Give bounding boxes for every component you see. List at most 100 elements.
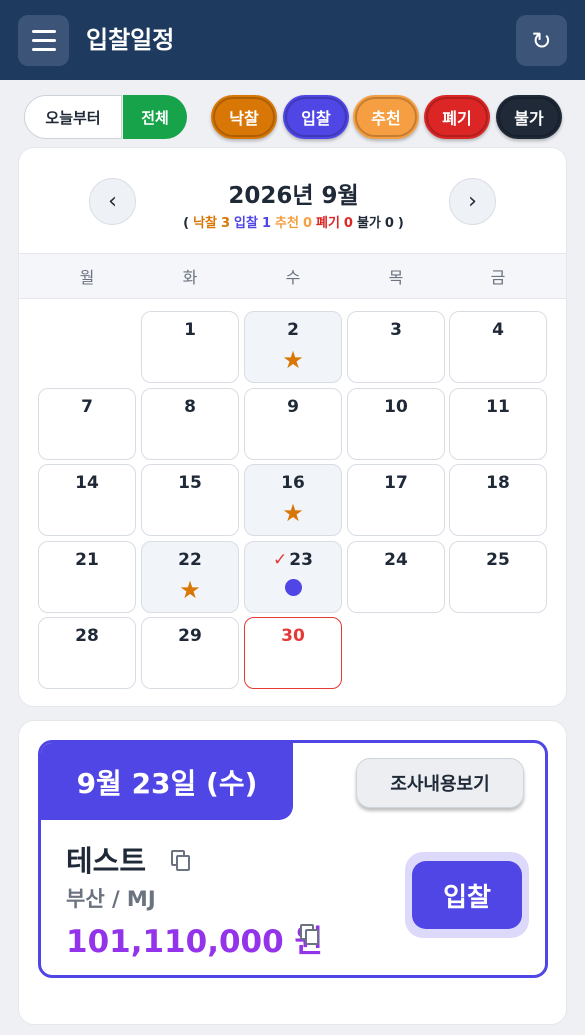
day-number-text: 29	[178, 626, 202, 646]
day-number: 25	[450, 550, 546, 570]
weekday-label: 월	[79, 268, 95, 287]
day-number-text: 17	[384, 473, 408, 493]
day-number-text: 10	[384, 397, 408, 417]
day-number-text: 28	[75, 626, 99, 646]
calendar-day[interactable]: 9	[244, 388, 342, 460]
weekday-header: 월화수목금	[19, 253, 566, 299]
day-number-text: 7	[81, 397, 93, 417]
bid-status-button[interactable]: 입찰	[412, 861, 522, 929]
calendar-day[interactable]: 7	[38, 388, 136, 460]
day-number: 7	[39, 397, 135, 417]
event-name: 테스트	[66, 844, 147, 878]
filter-pill-2[interactable]: 추천	[353, 95, 419, 139]
from-today-button[interactable]: 오늘부터	[24, 95, 122, 139]
calendar-day[interactable]: 17	[347, 464, 445, 536]
filter-row: 오늘부터 전체 낙찰 입찰 추천 폐기 불가	[0, 95, 585, 139]
day-number-text: 16	[281, 473, 305, 493]
weekday-label: 화	[182, 268, 198, 287]
filter-pill-0[interactable]: 낙찰	[211, 95, 277, 139]
day-number: 18	[450, 473, 546, 493]
summary-count: 1	[261, 216, 272, 231]
summary-label: 폐기	[315, 216, 340, 231]
day-number: 1	[142, 320, 238, 340]
calendar-day[interactable]: 21	[38, 541, 136, 613]
weekday-label: 수	[285, 268, 301, 287]
calendar-day[interactable]: 3	[347, 311, 445, 383]
status-button-wrap: 입찰	[405, 852, 529, 938]
day-number: 16	[245, 473, 341, 493]
day-number: 28	[39, 626, 135, 646]
day-number-text: 1	[184, 320, 196, 340]
calendar-day[interactable]: 25	[449, 541, 547, 613]
day-number-text: 8	[184, 397, 196, 417]
day-number-text: 21	[75, 550, 99, 570]
month-summary: (낙찰 3 입찰 1 추천 0 폐기 0 불가 0)	[19, 212, 568, 231]
event-location: 부산 / MJ	[66, 887, 156, 911]
day-number: 4	[450, 320, 546, 340]
menu-icon[interactable]	[18, 15, 69, 66]
day-number: 10	[348, 397, 444, 417]
day-number: 22	[142, 550, 238, 570]
page-title: 입찰일정	[86, 26, 175, 54]
day-number-text: 11	[486, 397, 510, 417]
day-number-text: 30	[281, 626, 305, 646]
day-number-text: 3	[390, 320, 402, 340]
day-number-text: 24	[384, 550, 408, 570]
calendar-day[interactable]: 28	[38, 617, 136, 689]
day-number: 11	[450, 397, 546, 417]
day-number: 15	[142, 473, 238, 493]
all-button[interactable]: 전체	[123, 95, 187, 139]
view-survey-button[interactable]: 조사내용보기	[356, 758, 524, 808]
event-detail-card: 9월 23일 (수) 조사내용보기 테스트 부산 / MJ 101,110,00…	[18, 720, 567, 1025]
day-number-text: 25	[486, 550, 510, 570]
calendar-card: ‹ 2026년 9월 › (낙찰 3 입찰 1 추천 0 폐기 0 불가 0) 월화수목금 1 2 ★…	[18, 147, 567, 707]
summary-open: (	[183, 216, 190, 231]
calendar-day[interactable]: 22 ★	[141, 541, 239, 613]
calendar-day[interactable]: ✓ 23	[244, 541, 342, 613]
day-number: 30	[245, 626, 341, 646]
calendar-day[interactable]: 4	[449, 311, 547, 383]
calendar-day[interactable]: 11	[449, 388, 547, 460]
day-number-text: 23	[289, 550, 313, 570]
filter-pill-1[interactable]: 입찰	[283, 95, 349, 139]
day-number: 29	[142, 626, 238, 646]
event-date: 9월 23일 (수)	[41, 743, 293, 820]
day-number: 24	[348, 550, 444, 570]
day-number: 17	[348, 473, 444, 493]
calendar-day[interactable]: 2 ★	[244, 311, 342, 383]
calendar-day[interactable]: 18	[449, 464, 547, 536]
calendar-day[interactable]: 1	[141, 311, 239, 383]
day-number: 14	[39, 473, 135, 493]
event-item: 9월 23일 (수) 조사내용보기 테스트 부산 / MJ 101,110,00…	[38, 740, 548, 978]
filter-pill-3[interactable]: 폐기	[424, 95, 490, 139]
calendar-day[interactable]: 15	[141, 464, 239, 536]
day-number: 9	[245, 397, 341, 417]
summary-label: 낙찰	[193, 216, 217, 231]
star-icon: ★	[282, 346, 304, 374]
summary-label: 불가	[356, 216, 381, 231]
day-number: 3	[348, 320, 444, 340]
day-number-text: 4	[492, 320, 504, 340]
bid-dot-icon	[285, 579, 302, 596]
day-number-text: 2	[287, 320, 299, 340]
summary-count: 3	[221, 216, 231, 231]
calendar-day[interactable]: 16 ★	[244, 464, 342, 536]
star-icon: ★	[282, 499, 304, 527]
calendar-day[interactable]: 24	[347, 541, 445, 613]
refresh-icon[interactable]: ↻	[516, 15, 567, 66]
copy-name-icon[interactable]	[171, 850, 190, 871]
copy-price-icon[interactable]	[300, 924, 319, 945]
calendar-day[interactable]: 30	[244, 617, 342, 689]
calendar-day[interactable]: 14	[38, 464, 136, 536]
calendar-day[interactable]: 8	[141, 388, 239, 460]
day-number-text: 22	[178, 550, 202, 570]
filter-pill-4[interactable]: 불가	[496, 95, 562, 139]
summary-label: 추천	[275, 216, 299, 231]
check-icon: ✓	[273, 550, 288, 570]
star-icon: ★	[179, 576, 201, 604]
summary-count: 0	[384, 216, 394, 231]
calendar-day[interactable]: 29	[141, 617, 239, 689]
calendar-day[interactable]: 10	[347, 388, 445, 460]
weekday-label: 금	[490, 268, 506, 287]
summary-count: 0	[343, 216, 353, 231]
